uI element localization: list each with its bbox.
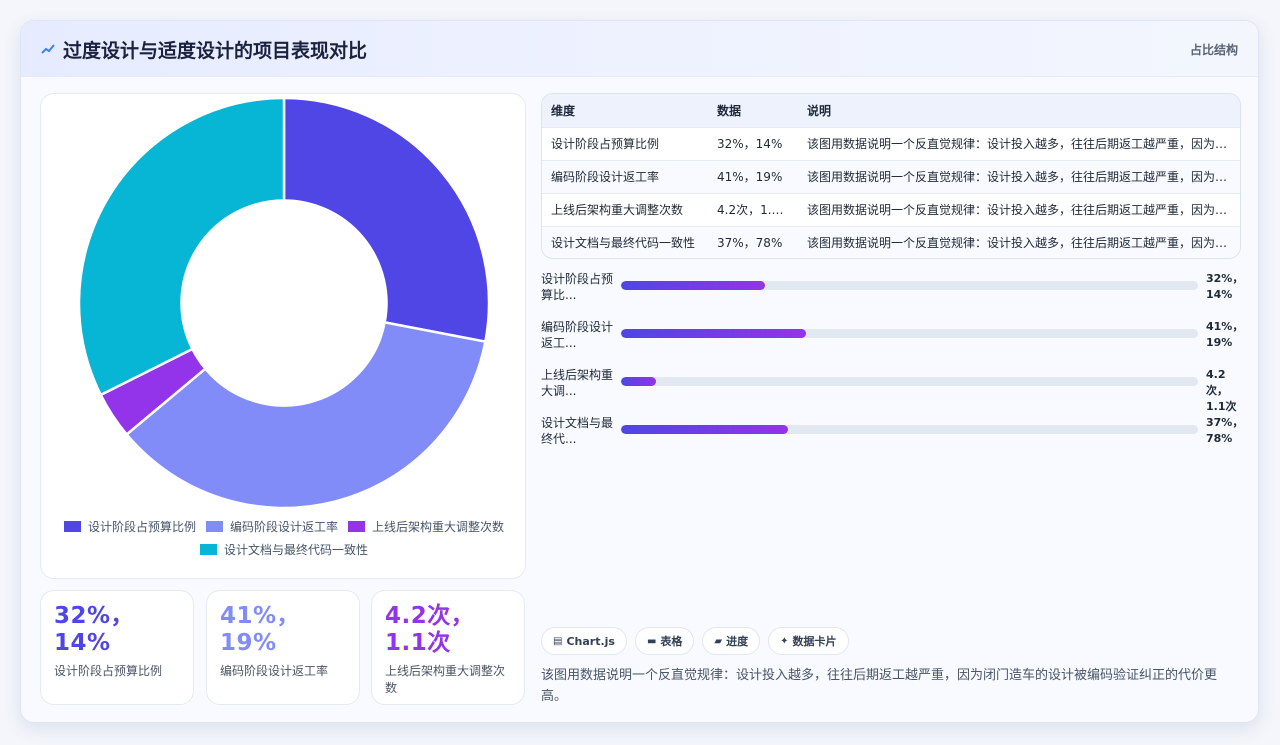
chip-label: Chart.js xyxy=(566,634,615,648)
stat-value: 41%，19% xyxy=(220,603,301,656)
page-title: 过度设计与适度设计的项目表现对比 xyxy=(63,40,368,62)
progress-row: 设计文档与最终代... 37%，78% xyxy=(541,415,1244,463)
sparkle-icon: ✦ xyxy=(780,635,789,647)
chip-label: 表格 xyxy=(660,635,683,648)
table-cell: 32%，14% xyxy=(708,126,798,160)
progress-fill xyxy=(621,281,766,290)
chip-label: 数据卡片 xyxy=(792,635,837,648)
donut-chart xyxy=(77,96,491,510)
table-cell: 37%，78% xyxy=(708,225,798,258)
table-row: 设计阶段占预算比例 32%，14% 该图用数据说明一个反直觉规律：设计投入越多，… xyxy=(542,126,1240,160)
legend-item[interactable]: 设计文档与最终代码一致性 xyxy=(199,541,368,558)
table-cell: 该图用数据说明一个反直觉规律：设计投入越多，往往后期返工越严重，因为闭门造车的设… xyxy=(798,192,1240,226)
table-header-cell: 说明 xyxy=(798,94,1240,127)
progress-label: 上线后架构重大调... xyxy=(541,368,614,398)
feature-chips: ▤ Chart.js ▬ 表格 ▰ 进度 ✦ 数据卡片 xyxy=(541,627,857,655)
progress-value: 37%，78% xyxy=(1206,416,1244,445)
chip-label: 进度 xyxy=(726,635,749,648)
legend-swatch xyxy=(205,521,223,532)
progress-track xyxy=(621,281,1198,290)
stat-label: 设计阶段占预算比例 xyxy=(54,664,163,678)
legend-label: 设计文档与最终代码一致性 xyxy=(223,543,368,557)
legend-swatch xyxy=(199,544,217,555)
chart-icon: ▤ xyxy=(553,635,563,647)
table-row: 上线后架构重大调整次数 4.2次，1.1次 该图用数据说明一个反直觉规律：设计投… xyxy=(542,192,1240,226)
progress-value: 32%，14% xyxy=(1206,272,1244,301)
legend-label: 设计阶段占预算比例 xyxy=(87,520,196,534)
card-header: 过度设计与适度设计的项目表现对比 占比结构 xyxy=(21,21,1258,77)
progress-label: 设计阶段占预算比... xyxy=(541,272,614,302)
stat-label: 上线后架构重大调整次数 xyxy=(385,664,506,695)
table-cell: 该图用数据说明一个反直觉规律：设计投入越多，往往后期返工越严重，因为闭门造车的设… xyxy=(798,126,1240,160)
legend-item[interactable]: 编码阶段设计返工率 xyxy=(205,518,338,535)
legend-label: 上线后架构重大调整次数 xyxy=(372,520,505,534)
table-cell: 4.2次，1.1次 xyxy=(708,192,798,226)
progress-track xyxy=(621,377,1198,386)
progress-bars: 设计阶段占预算比... 32%，14% 编码阶段设计返工... 41%，19% 上线后架… xyxy=(541,271,1244,463)
feature-chip[interactable]: ▰ 进度 xyxy=(702,627,761,655)
legend-label: 编码阶段设计返工率 xyxy=(229,520,338,534)
feature-chip[interactable]: ✦ 数据卡片 xyxy=(768,627,849,655)
progress-track xyxy=(621,425,1198,434)
trend-line-icon xyxy=(41,44,55,54)
stat-label: 编码阶段设计返工率 xyxy=(220,664,329,678)
data-table: 维度 数据 说明 设计阶段占预算比例 32%，14% 该图用数据说明一个反直觉规… xyxy=(541,93,1241,259)
progress-label: 编码阶段设计返工... xyxy=(541,320,614,350)
table-cell: 该图用数据说明一个反直觉规律：设计投入越多，往往后期返工越严重，因为闭门造车的设… xyxy=(798,159,1240,193)
stat-card: 32%，14% 设计阶段占预算比例 xyxy=(40,590,194,705)
chart-type-tag: 占比结构 xyxy=(1189,43,1238,57)
table-row: 编码阶段设计返工率 41%，19% 该图用数据说明一个反直觉规律：设计投入越多，… xyxy=(542,159,1240,193)
stat-value: 4.2次，1.1次 xyxy=(385,603,475,656)
table-header-row: 维度 数据 说明 xyxy=(542,94,1240,127)
stat-card: 4.2次，1.1次上线后架构重大调整次数 xyxy=(371,590,525,705)
progress-row: 编码阶段设计返工... 41%，19% xyxy=(541,319,1244,367)
progress-label: 设计文档与最终代... xyxy=(541,416,614,446)
feature-chip[interactable]: ▤ Chart.js xyxy=(541,627,627,655)
table-icon: ▬ xyxy=(646,635,657,647)
chart-card: 过度设计与适度设计的项目表现对比 占比结构 设计阶段占预算比例 编码阶段设计返工率… xyxy=(20,20,1259,723)
legend-swatch xyxy=(63,521,81,532)
progress-row: 上线后架构重大调... 4.2次，1.1次 xyxy=(541,367,1241,415)
table-cell: 设计阶段占预算比例 xyxy=(542,126,708,160)
table-cell: 设计文档与最终代码一致性 xyxy=(542,225,708,258)
stat-value: 32%，14% xyxy=(54,603,135,656)
donut-chart-panel: 设计阶段占预算比例 编码阶段设计返工率 上线后架构重大调整次数 设计文档与最终代码一致… xyxy=(40,93,526,579)
table-cell: 编码阶段设计返工率 xyxy=(542,159,708,193)
table-cell: 上线后架构重大调整次数 xyxy=(542,192,708,226)
feature-chip[interactable]: ▬ 表格 xyxy=(634,627,695,655)
donut-slice[interactable] xyxy=(282,96,491,344)
table-header-cell: 维度 xyxy=(542,94,708,127)
stat-card: 41%，19% 编码阶段设计返工率 xyxy=(206,590,360,705)
progress-row: 设计阶段占预算比... 32%，14% xyxy=(541,271,1244,319)
progress-fill xyxy=(621,329,806,338)
progress-track xyxy=(621,329,1198,338)
chart-legend: 设计阶段占预算比例 编码阶段设计返工率 上线后架构重大调整次数 设计文档与最终代码一致… xyxy=(51,518,517,558)
donut-slice[interactable] xyxy=(77,96,286,397)
table-cell: 41%，19% xyxy=(708,159,798,193)
legend-swatch xyxy=(348,521,365,532)
progress-value: 41%，19% xyxy=(1206,320,1244,349)
table-header-cell: 数据 xyxy=(708,94,798,127)
chart-description: 该图用数据说明一个反直觉规律：设计投入越多，往往后期返工越严重，因为闭门造车的设… xyxy=(541,668,1218,704)
progress-icon: ▰ xyxy=(714,635,723,647)
table-cell: 该图用数据说明一个反直觉规律：设计投入越多，往往后期返工越严重，因为闭门造车的设… xyxy=(798,225,1240,258)
legend-item[interactable]: 上线后架构重大调整次数 xyxy=(348,518,504,535)
legend-item[interactable]: 设计阶段占预算比例 xyxy=(63,518,196,535)
progress-fill xyxy=(621,425,789,434)
table-row: 设计文档与最终代码一致性 37%，78% 该图用数据说明一个反直觉规律：设计投入… xyxy=(542,225,1240,258)
progress-fill xyxy=(621,377,656,386)
progress-value: 4.2次，1.1次 xyxy=(1206,368,1237,413)
